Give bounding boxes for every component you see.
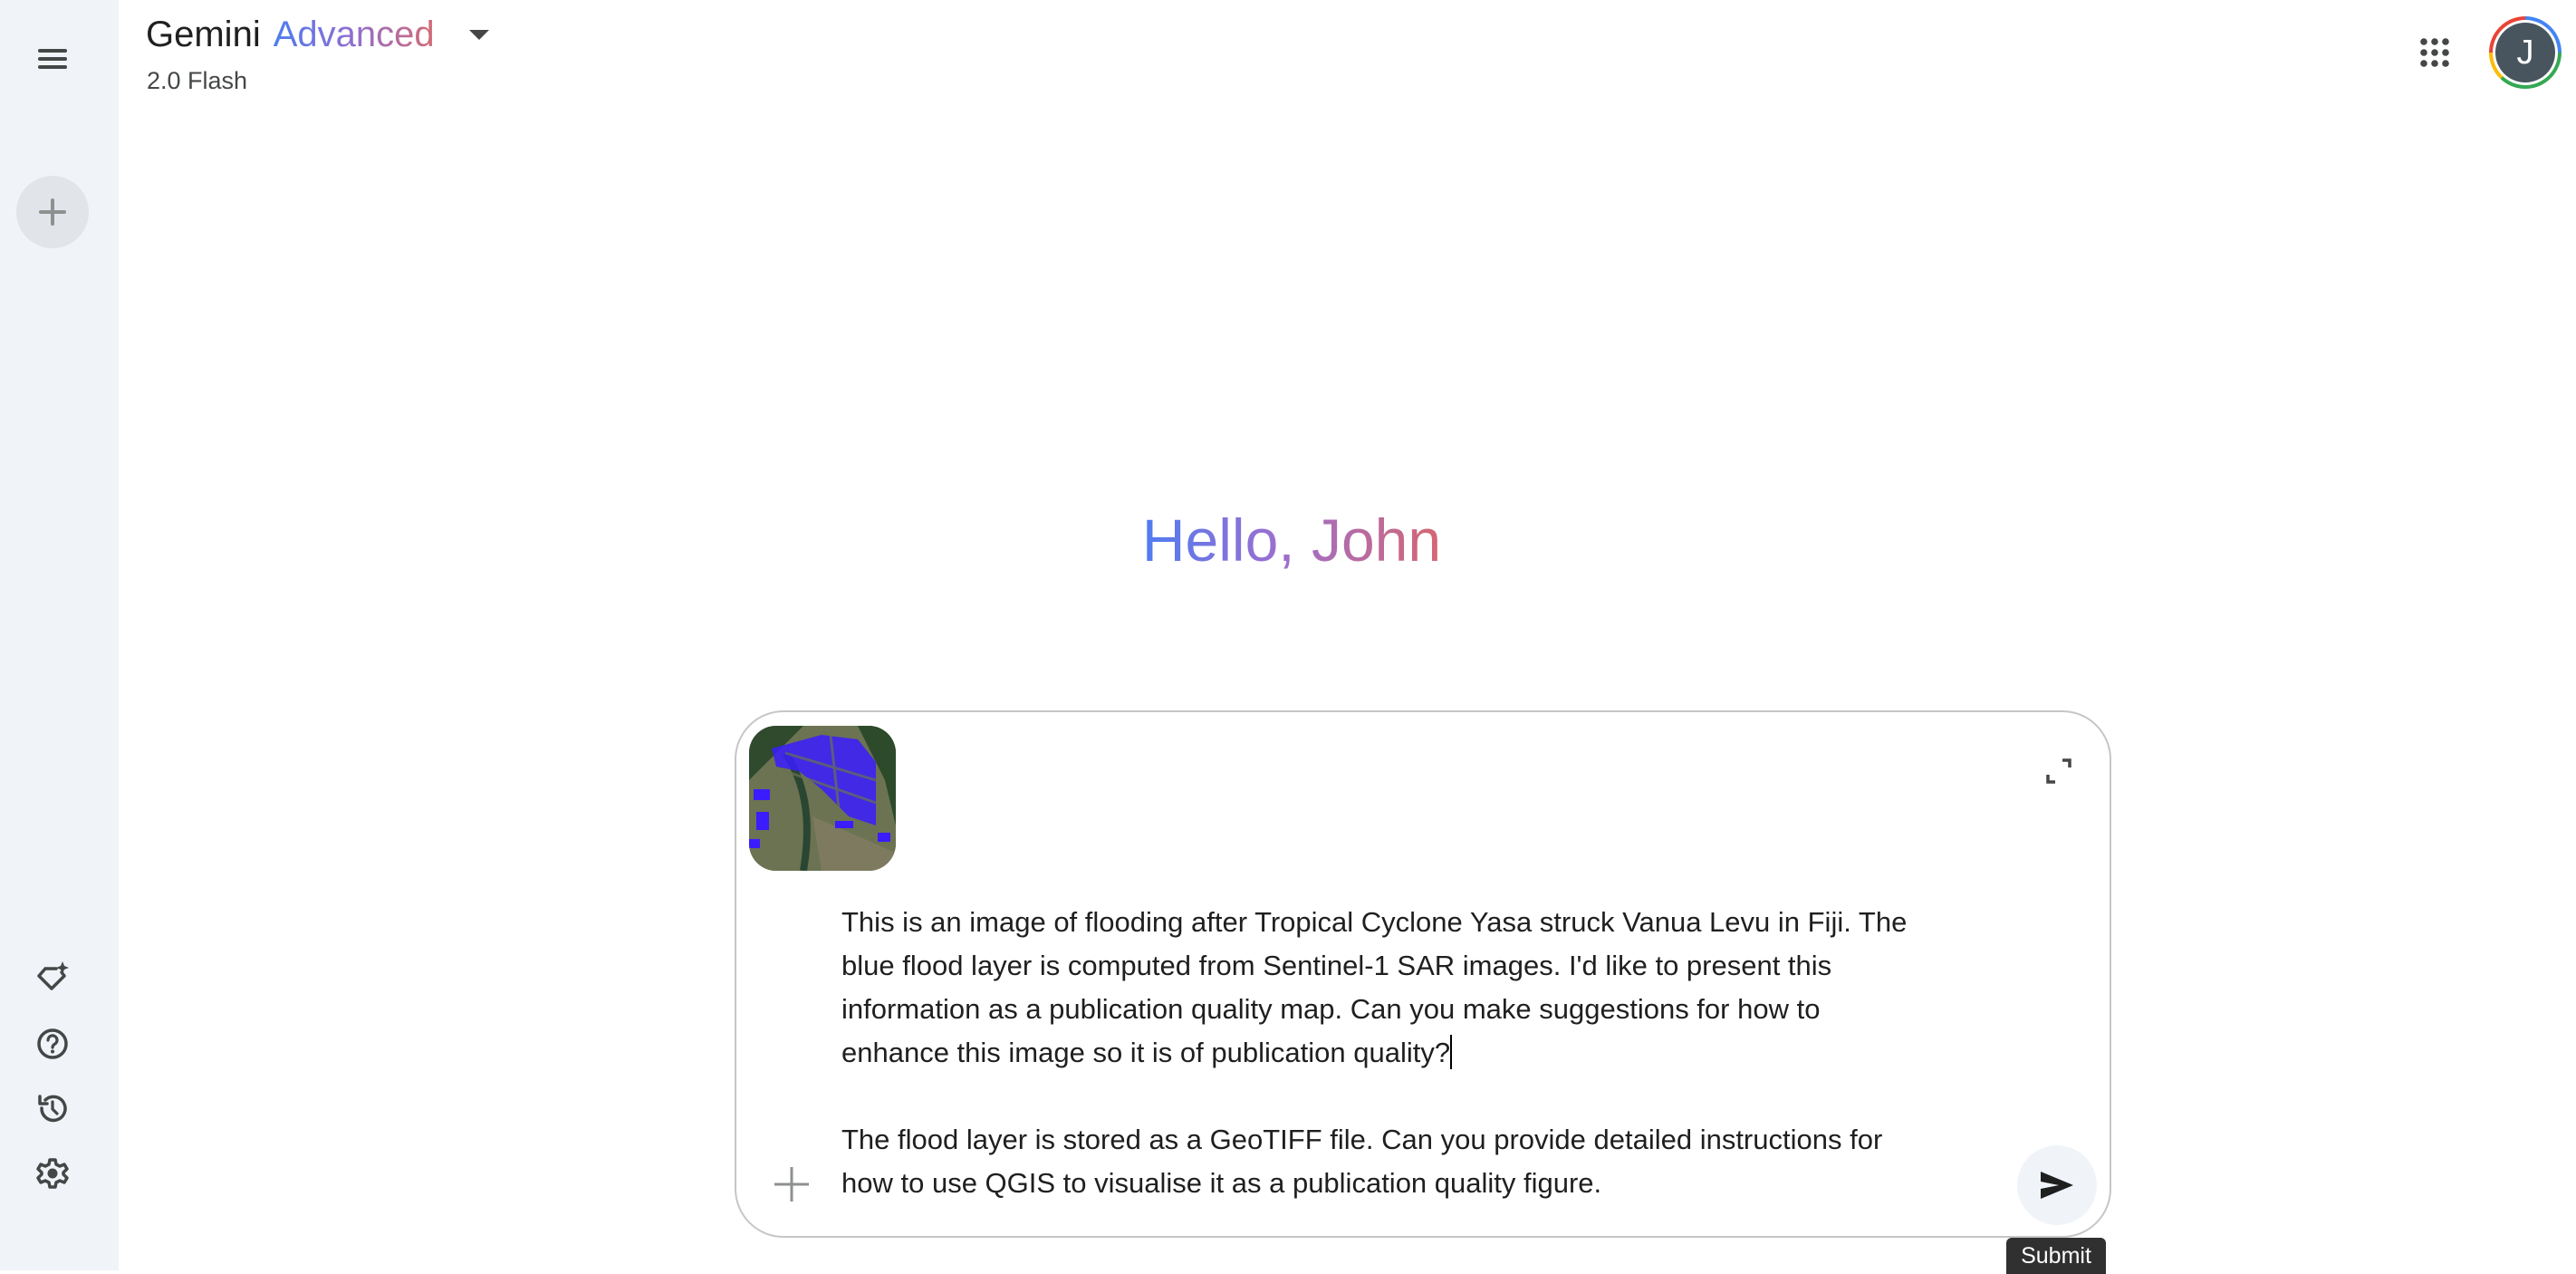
submit-tooltip: Submit [2006, 1238, 2106, 1274]
dropdown-caret-icon [468, 30, 489, 40]
sidebar [0, 0, 119, 1270]
text-cursor [1450, 1035, 1453, 1069]
greeting: Hello, John [0, 506, 2576, 574]
flood-map-image [749, 726, 896, 871]
new-chat-button[interactable] [16, 176, 89, 248]
account-avatar[interactable]: J [2489, 16, 2562, 89]
settings-button[interactable] [30, 1151, 75, 1196]
prompt-line: The flood layer is stored as a GeoTIFF f… [841, 1124, 1883, 1155]
add-attachment-button[interactable] [769, 1162, 814, 1207]
send-icon [2041, 1172, 2073, 1199]
main-menu-button[interactable] [25, 32, 80, 86]
prompt-line: This is an image of flooding after Tropi… [841, 906, 1908, 938]
model-name: 2.0 Flash [147, 67, 248, 94]
expand-icon [2046, 758, 2071, 784]
gear-icon [36, 1158, 69, 1189]
expand-composer-button[interactable] [2032, 744, 2086, 798]
prompt-line: information as a publication quality map… [841, 993, 1821, 1025]
app-title-advanced: Advanced [273, 14, 435, 54]
gem-sparkle-icon [37, 961, 69, 990]
help-icon [37, 1028, 68, 1059]
google-apps-button[interactable] [2405, 23, 2465, 82]
prompt-line-last: enhance this image so it is of publicati… [841, 1031, 2019, 1075]
gems-button[interactable] [30, 955, 75, 1000]
prompt-line: how to use QGIS to visualise it as a pub… [841, 1167, 1602, 1199]
avatar-initial: J [2495, 23, 2555, 82]
menu-icon [38, 49, 67, 69]
prompt-input[interactable]: This is an image of flooding after Tropi… [841, 901, 2019, 1205]
app-title: Gemini [146, 14, 261, 54]
history-icon [38, 1095, 67, 1123]
help-button[interactable] [30, 1021, 75, 1066]
prompt-line: enhance this image so it is of publicati… [841, 1037, 1451, 1068]
avatar-ring: J [2493, 20, 2558, 85]
activity-button[interactable] [30, 1086, 75, 1131]
prompt-paragraph: The flood layer is stored as a GeoTIFF f… [841, 1118, 2019, 1205]
attached-image-thumbnail[interactable] [749, 726, 896, 871]
greeting-text: Hello, John [1141, 507, 1442, 574]
model-selector[interactable]: Gemini Advanced [146, 14, 489, 55]
plus-icon [774, 1167, 809, 1202]
plus-icon [39, 198, 66, 226]
prompt-paragraph: This is an image of flooding after Tropi… [841, 901, 2019, 1075]
apps-grid-icon [2420, 38, 2449, 67]
prompt-line: blue flood layer is computed from Sentin… [841, 950, 1832, 981]
send-button[interactable] [2017, 1145, 2097, 1225]
prompt-composer: This is an image of flooding after Tropi… [735, 710, 2111, 1238]
